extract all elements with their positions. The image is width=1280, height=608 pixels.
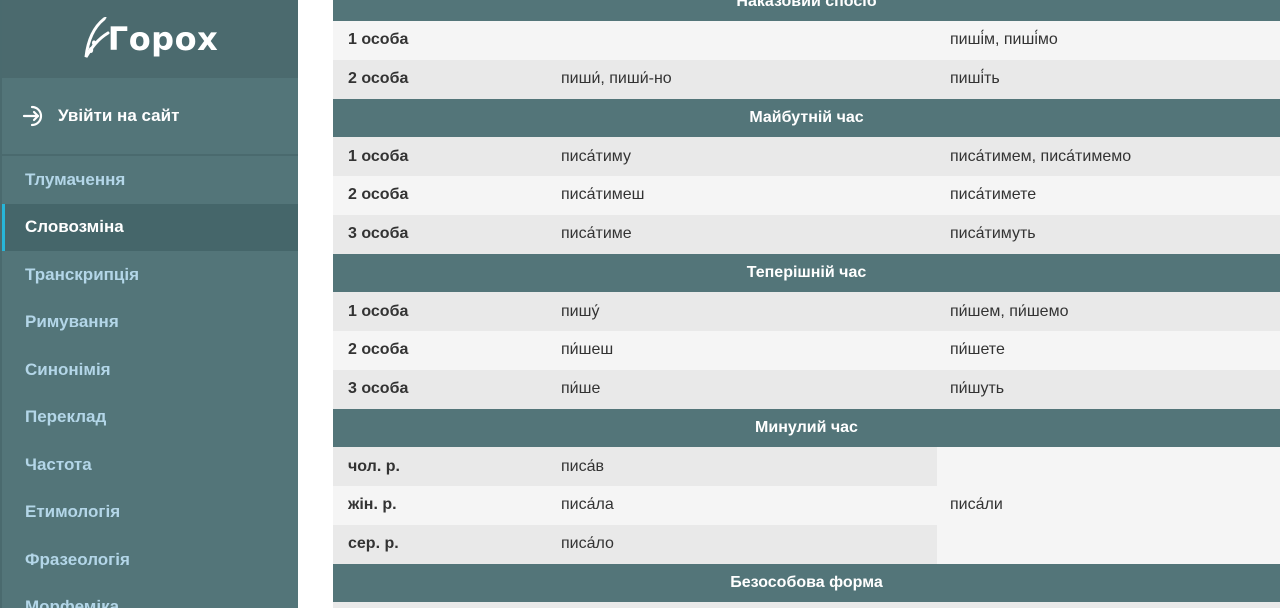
section-header-future: Майбутній час xyxy=(333,98,1280,138)
gender-label: сер. р. xyxy=(348,535,399,553)
table-row-partial xyxy=(333,602,1280,608)
table-row: 2 особа пи́шеш пи́шете xyxy=(333,331,1280,370)
plural-form: пи́шем, пи́шемо xyxy=(950,302,1069,320)
sidebar-item-pereklad[interactable]: Переклад xyxy=(2,394,298,442)
section-header-imperative: Наказовий спосіб xyxy=(333,0,1280,21)
logo-area: Горох xyxy=(2,0,298,78)
sidebar-item-tlumachennia[interactable]: Тлумачення xyxy=(2,156,298,204)
gender-label: жін. р. xyxy=(348,496,397,514)
sidebar: Горох Увійти на сайт Тлумачення Словозмі… xyxy=(0,0,298,608)
gender-label: чол. р. xyxy=(348,457,400,475)
past-gender-forms: чол. р. писа́в жін. р. писа́ла сер. р. п… xyxy=(333,447,937,564)
sidebar-item-etymolohiia[interactable]: Етимологія xyxy=(2,489,298,537)
singular-form: пи́шеш xyxy=(561,341,614,359)
plural-form: пиші́м, пиші́мо xyxy=(950,31,1058,49)
past-tense-block: чол. р. писа́в жін. р. писа́ла сер. р. п… xyxy=(333,447,1280,564)
person-label: 3 особа xyxy=(348,380,409,398)
past-form: писа́ло xyxy=(561,535,614,553)
sidebar-item-rymuvannia[interactable]: Римування xyxy=(2,299,298,347)
plural-form: писа́тимуть xyxy=(950,225,1036,243)
table-row: 1 особа пишу́ пи́шем, пи́шемо xyxy=(333,292,1280,331)
sign-in-icon xyxy=(22,102,50,130)
person-label: 3 особа xyxy=(348,225,409,243)
past-form: писа́ла xyxy=(561,496,614,514)
logo-text: Горох xyxy=(107,20,219,58)
plural-form: писа́тимете xyxy=(950,186,1037,204)
table-row: 1 особа писа́тиму писа́тимем, писа́тимем… xyxy=(333,137,1280,176)
plural-form: пи́шуть xyxy=(950,380,1005,398)
sidebar-item-morfemika[interactable]: Морфеміка xyxy=(2,584,298,608)
site-logo[interactable]: Горох xyxy=(82,17,218,61)
table-row: 3 особа пи́ше пи́шуть xyxy=(333,369,1280,409)
person-label: 2 особа xyxy=(348,186,409,204)
section-title-imperative: Наказовий спосіб xyxy=(736,0,877,10)
person-label: 1 особа xyxy=(348,31,409,49)
plural-form: пиші́ть xyxy=(950,70,1000,88)
sidebar-item-chastota[interactable]: Частота xyxy=(2,441,298,489)
table-row: чол. р. писа́в xyxy=(333,447,937,486)
person-label: 1 особа xyxy=(348,302,409,320)
singular-form: писа́тиме xyxy=(561,225,632,243)
plural-form: пи́шете xyxy=(950,341,1005,359)
table-row: сер. р. писа́ло xyxy=(333,524,937,564)
singular-form: писа́тиму xyxy=(561,147,631,165)
sidebar-nav: Тлумачення Словозміна Транскрипція Римув… xyxy=(2,156,298,608)
login-link[interactable]: Увійти на сайт xyxy=(2,78,298,156)
table-row: жін. р. писа́ла xyxy=(333,486,937,525)
login-label: Увійти на сайт xyxy=(58,106,180,125)
sidebar-item-slovozmina[interactable]: Словозміна xyxy=(2,203,298,251)
section-header-impersonal: Безособова форма xyxy=(333,563,1280,603)
section-header-present: Теперішній час xyxy=(333,253,1280,293)
person-label: 2 особа xyxy=(348,70,409,88)
sidebar-item-synonimiia[interactable]: Синонімія xyxy=(2,346,298,394)
singular-form: писа́тимеш xyxy=(561,186,645,204)
singular-form: пишу́ xyxy=(561,302,600,320)
singular-form: пиши́, пиши́-но xyxy=(561,70,672,88)
past-form: писа́в xyxy=(561,457,604,475)
table-row: 2 особа писа́тимеш писа́тимете xyxy=(333,176,1280,215)
sidebar-item-transkryptsiia[interactable]: Транскрипція xyxy=(2,251,298,299)
conjugation-table: Наказовий спосіб 1 особа пиші́м, пиші́мо… xyxy=(333,0,1280,608)
person-label: 2 особа xyxy=(348,341,409,359)
singular-form: пи́ше xyxy=(561,380,601,398)
person-label: 1 особа xyxy=(348,147,409,165)
past-plural-cell: писа́ли xyxy=(937,447,1280,564)
table-row: 1 особа пиші́м, пиші́мо xyxy=(333,21,1280,60)
section-header-past: Минулий час xyxy=(333,408,1280,448)
plural-form: писа́тимем, писа́тимемо xyxy=(950,147,1132,165)
sidebar-item-frazeolohiia[interactable]: Фразеологія xyxy=(2,536,298,584)
table-row: 2 особа пиши́, пиши́-но пиші́ть xyxy=(333,59,1280,99)
table-row: 3 особа писа́тиме писа́тимуть xyxy=(333,214,1280,254)
past-plural-form: писа́ли xyxy=(950,496,1003,514)
